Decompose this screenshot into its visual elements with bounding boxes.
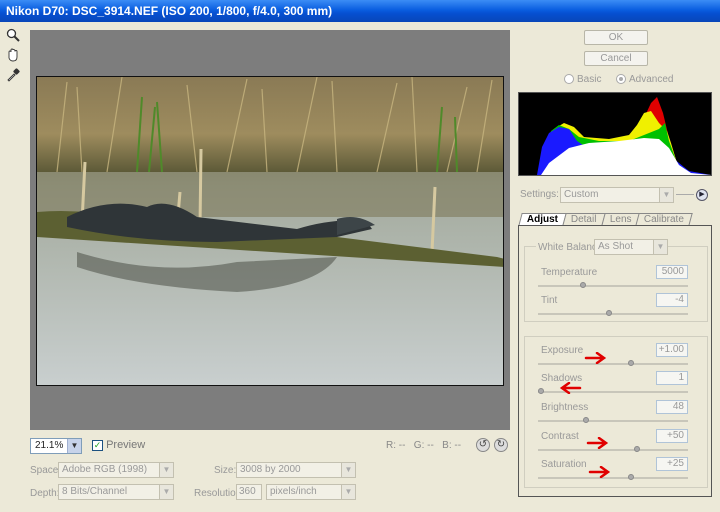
shadows-slider-thumb[interactable]	[538, 388, 544, 394]
saturation-slider-track[interactable]	[538, 477, 688, 479]
saturation-annotation-arrow-icon	[588, 466, 611, 478]
chevron-down-icon: ▼	[653, 240, 667, 254]
hand-tool-icon[interactable]	[4, 46, 22, 64]
depth-label: Depth:	[30, 488, 60, 499]
tint-slider-thumb[interactable]	[605, 310, 612, 316]
shadows-annotation-arrow-icon	[559, 382, 582, 394]
toolbox	[4, 26, 26, 86]
brightness-slider-thumb[interactable]	[583, 417, 589, 423]
space-select[interactable]: Adobe RGB (1998) ▼	[58, 462, 174, 478]
exposure-label: Exposure	[541, 345, 584, 356]
chevron-down-icon: ▼	[659, 188, 673, 202]
exposure-annotation-arrow-icon	[584, 352, 607, 364]
mode-advanced-radio[interactable]: Advanced	[616, 74, 673, 85]
depth-select[interactable]: 8 Bits/Channel ▼	[58, 484, 174, 500]
ok-button[interactable]: OK	[584, 30, 648, 45]
resolution-input[interactable]: 360	[236, 484, 262, 500]
tint-slider-track[interactable]	[538, 313, 688, 315]
b-value: --	[454, 440, 462, 451]
contrast-slider-track[interactable]	[538, 449, 688, 451]
contrast-slider-thumb[interactable]	[634, 446, 640, 452]
contrast-label: Contrast	[541, 431, 579, 442]
tint-value-field[interactable]: -4	[656, 293, 688, 307]
zoom-level-value: 21.1%	[35, 440, 64, 451]
white-balance-value: As Shot	[598, 241, 634, 252]
size-select[interactable]: 3008 by 2000 ▼	[236, 462, 356, 478]
shadows-value-field[interactable]: 1	[656, 371, 688, 385]
preview-label: Preview	[106, 439, 146, 451]
chevron-down-icon: ▼	[341, 463, 355, 477]
temperature-slider-row: Temperature 5000	[524, 265, 708, 293]
size-label: Size:	[214, 465, 237, 476]
resolution-unit-select[interactable]: pixels/inch ▼	[266, 484, 356, 500]
contrast-annotation-arrow-icon	[586, 437, 609, 449]
exposure-slider-row: Exposure +1.00	[524, 343, 708, 371]
preview-toggle[interactable]: ✓ Preview	[92, 439, 145, 451]
shadows-slider-row: Shadows 1	[524, 371, 708, 399]
exposure-slider-thumb[interactable]	[628, 360, 634, 366]
depth-value: 8 Bits/Channel	[62, 486, 128, 497]
zoom-level-select[interactable]: 21.1% ▼	[30, 438, 82, 454]
r-label: R:	[386, 440, 396, 451]
photo-preview[interactable]	[36, 76, 504, 386]
b-label: B:	[442, 440, 452, 451]
saturation-slider-thumb[interactable]	[628, 474, 634, 480]
cancel-button[interactable]: Cancel	[584, 51, 648, 66]
chevron-down-icon: ▼	[159, 463, 173, 477]
zoom-tool-icon[interactable]	[4, 26, 22, 44]
r-value: --	[398, 440, 406, 451]
settings-label: Settings:	[520, 189, 559, 200]
space-value: Adobe RGB (1998)	[62, 464, 148, 475]
contrast-slider-row: Contrast +50	[524, 429, 708, 457]
size-value: 3008 by 2000	[240, 464, 301, 475]
brightness-slider-track[interactable]	[538, 420, 688, 422]
mode-basic-radio[interactable]: Basic	[564, 74, 601, 85]
window-title: Nikon D70: DSC_3914.NEF (ISO 200, 1/800,…	[0, 0, 720, 22]
preview-checkbox[interactable]: ✓	[92, 439, 103, 451]
chevron-down-icon: ▼	[159, 485, 173, 499]
rotate-right-icon[interactable]: ↻	[494, 438, 508, 452]
chevron-down-icon: ▼	[67, 439, 81, 453]
exposure-value-field[interactable]: +1.00	[656, 343, 688, 357]
advanced-label: Advanced	[629, 74, 674, 85]
settings-select[interactable]: Custom ▼	[560, 187, 674, 203]
white-balance-select[interactable]: As Shot ▼	[594, 239, 668, 255]
histogram	[518, 92, 712, 176]
chevron-down-icon: ▼	[341, 485, 355, 499]
settings-menu-icon[interactable]: ▶	[696, 189, 708, 201]
settings-row: Settings: Custom ▼ ▶	[520, 187, 714, 203]
g-label: G:	[413, 440, 425, 451]
temperature-label: Temperature	[541, 267, 598, 278]
brightness-label: Brightness	[541, 402, 589, 413]
rotate-left-icon[interactable]: ↺	[476, 438, 490, 452]
temperature-slider-thumb[interactable]	[580, 282, 586, 288]
saturation-label: Saturation	[541, 459, 587, 470]
contrast-value-field[interactable]: +50	[656, 429, 688, 443]
temperature-slider-track[interactable]	[538, 285, 688, 287]
saturation-value-field[interactable]: +25	[656, 457, 688, 471]
temperature-value-field[interactable]: 5000	[656, 265, 688, 279]
basic-radio-button[interactable]	[564, 74, 574, 85]
resolution-unit-value: pixels/inch	[270, 486, 317, 497]
white-balance-eyedropper-icon[interactable]	[4, 66, 22, 84]
brightness-value-field[interactable]: 48	[656, 400, 688, 414]
exposure-slider-track[interactable]	[538, 363, 688, 365]
advanced-radio-button[interactable]	[616, 74, 626, 85]
tint-slider-row: Tint -4	[524, 293, 708, 321]
rgb-readout: R: -- G: -- B: --	[386, 440, 461, 451]
settings-divider	[676, 194, 694, 195]
tint-label: Tint	[541, 295, 558, 306]
preview-status-bar: 21.1% ▼ ✓ Preview R: -- G: -- B: -- ↺ ↻	[30, 437, 510, 455]
brightness-slider-row: Brightness 48	[524, 400, 708, 428]
saturation-slider-row: Saturation +25	[524, 457, 708, 485]
space-label: Space:	[30, 465, 62, 476]
settings-value: Custom	[564, 189, 599, 200]
g-value: --	[427, 440, 434, 451]
basic-label: Basic	[577, 74, 602, 85]
